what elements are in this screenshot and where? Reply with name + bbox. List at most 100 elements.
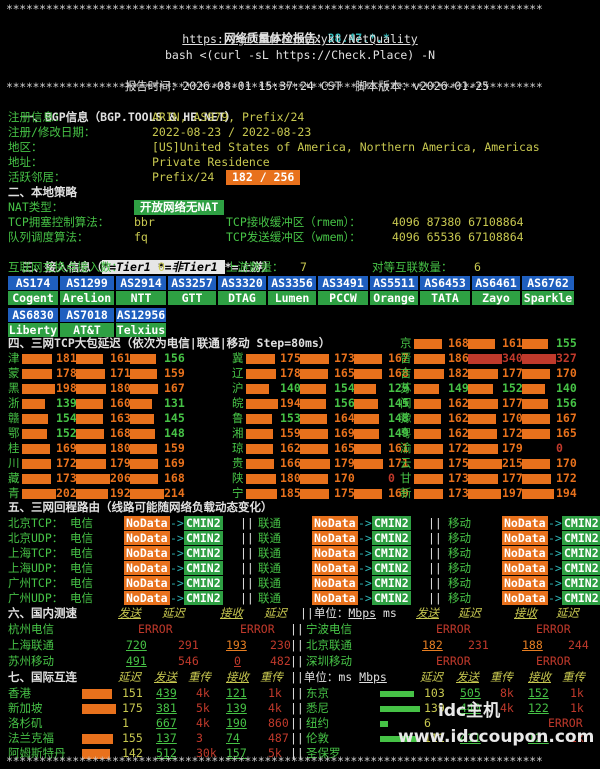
intl-h-delay: 延迟 xyxy=(118,670,141,684)
asn-badge[interactable]: AS3356 xyxy=(268,276,316,290)
tcp-value: 169 xyxy=(334,426,355,440)
tcp-value: 194 xyxy=(556,486,577,500)
dom-r1-a: 上海联通 xyxy=(8,638,54,652)
tcp-value: 159 xyxy=(164,366,185,380)
asn-badge[interactable]: AS5511 xyxy=(370,276,418,290)
tcp-value: 154 xyxy=(334,381,355,395)
dom-h-delay2: 延迟 xyxy=(264,606,287,620)
asn-name: Orange xyxy=(370,291,418,305)
asn-badge[interactable]: AS6453 xyxy=(420,276,470,290)
tcp-cc-key: TCP拥塞控制算法： xyxy=(8,215,110,229)
route-key: 北京UDP： xyxy=(8,531,64,545)
watermark-url: www.idccoupon.com xyxy=(398,727,595,747)
route-arrow: -> xyxy=(548,561,562,575)
intl-sep: || xyxy=(290,686,304,700)
asn-badge[interactable]: AS3320 xyxy=(218,276,266,290)
tcp-value: 145 xyxy=(164,411,185,425)
route-isp: 电信 xyxy=(70,591,93,605)
dom-r1-r: 193 xyxy=(226,638,247,652)
intl-h-retx: 重传 xyxy=(188,670,211,684)
watermark-cn: idc主机 xyxy=(438,701,501,721)
asn-badge[interactable]: AS3257 xyxy=(168,276,216,290)
tcp-bar xyxy=(246,354,275,364)
tcp-province: 宁 xyxy=(232,486,244,500)
tcp-bar xyxy=(130,384,158,394)
tcp-bar xyxy=(22,414,48,424)
asn-badge[interactable]: AS2914 xyxy=(116,276,166,290)
asn-badge[interactable]: AS1299 xyxy=(60,276,114,290)
tcp-bar xyxy=(300,414,327,424)
route-arrow: -> xyxy=(358,516,372,530)
route-isp: 联通 xyxy=(258,591,281,605)
dom-h-recv: 接收 xyxy=(220,606,243,620)
route-arrow: -> xyxy=(170,516,184,530)
tcp-value: 139 xyxy=(56,396,77,410)
tcp-bar xyxy=(468,354,502,364)
tcp-bar xyxy=(468,369,498,379)
run-command: bash <(curl -sL https://Check.Place) -N xyxy=(164,48,436,62)
tcp-value: 179 xyxy=(110,456,131,470)
route-title: 五、三网回程路由（线路可能随网络负载动态变化） xyxy=(8,500,273,514)
intl-lat: 155 xyxy=(122,731,143,745)
route-cmin2: CMIN2 xyxy=(562,546,600,560)
route-sep: || xyxy=(240,561,254,575)
route-arrow: -> xyxy=(170,576,184,590)
peer-val: 6 xyxy=(474,260,481,274)
dom-unit-label: 单位： xyxy=(313,606,349,620)
route-cmin2: CMIN2 xyxy=(372,516,411,530)
dom-r0-b: 宁波电信 xyxy=(306,622,352,636)
tcp-bar xyxy=(130,489,164,499)
intl-retx: 5k xyxy=(196,701,210,715)
tcp-value: 149 xyxy=(448,381,469,395)
intl-city: 洛杉矶 xyxy=(8,716,43,730)
tcp-bar xyxy=(414,414,441,424)
asn-badge[interactable]: AS6461 xyxy=(472,276,520,290)
tcp-bar xyxy=(130,459,158,469)
ix-val: 0 xyxy=(158,260,165,274)
tcp-bar xyxy=(246,399,278,409)
asn-badge[interactable]: AS3491 xyxy=(318,276,368,290)
intl-retx: 3 xyxy=(196,731,203,745)
tcp-bar xyxy=(130,444,157,454)
tcp-bar xyxy=(468,414,496,424)
asn-badge[interactable]: AS6830 xyxy=(8,308,58,322)
route-cmin2: CMIN2 xyxy=(184,591,223,605)
intl-lat2-bar xyxy=(380,721,388,727)
tcp-cc-val: bbr xyxy=(134,215,155,229)
rmem-val: 4096 87380 67108864 xyxy=(392,215,524,229)
tcp-value: 182 xyxy=(448,366,469,380)
tcp-bar xyxy=(468,384,493,394)
tcp-value: 172 xyxy=(448,441,469,455)
tcp-bar xyxy=(354,354,382,364)
asn-badge[interactable]: AS12956 xyxy=(116,308,166,322)
tcp-province: 晋 xyxy=(400,351,412,365)
tcp-province: 云 xyxy=(400,456,412,470)
route-nodata: NoData xyxy=(124,531,170,545)
legend-non-tier1: *=非Tier1 xyxy=(157,260,225,274)
tcp-value: 202 xyxy=(56,486,77,500)
peer-key: 对等互联数量： xyxy=(372,260,453,274)
tcp-province: 苏 xyxy=(400,381,412,395)
intl-lat2-bar xyxy=(380,706,420,712)
repo-link[interactable]: https://github.com/xykt/NetQuality xyxy=(0,32,600,47)
tcp-bar xyxy=(414,399,441,409)
dom-r0-err3: ERROR xyxy=(436,622,471,636)
tcp-bar xyxy=(22,429,47,439)
asn-badge[interactable]: AS7018 xyxy=(60,308,114,322)
dom-r2-sep: || xyxy=(290,654,304,668)
tcp-province: 冀 xyxy=(232,351,244,365)
tcp-bar xyxy=(22,369,52,379)
asn-badge[interactable]: AS174 xyxy=(8,276,58,290)
tcp-bar xyxy=(468,459,502,469)
intl-h-retx2: 重传 xyxy=(260,670,283,684)
tcp-bar xyxy=(300,384,326,394)
dom-r2-b: 深圳移动 xyxy=(306,654,352,668)
tcp-province: 黑 xyxy=(8,381,20,395)
asn-badge[interactable]: AS6762 xyxy=(522,276,574,290)
tcp-bar xyxy=(354,414,379,424)
tcp-value: 173 xyxy=(334,351,355,365)
dom-h-delay: 延迟 xyxy=(162,606,185,620)
tcp-bar xyxy=(300,444,328,454)
tcp-bar xyxy=(414,369,444,379)
tcp-value: 327 xyxy=(556,351,577,365)
